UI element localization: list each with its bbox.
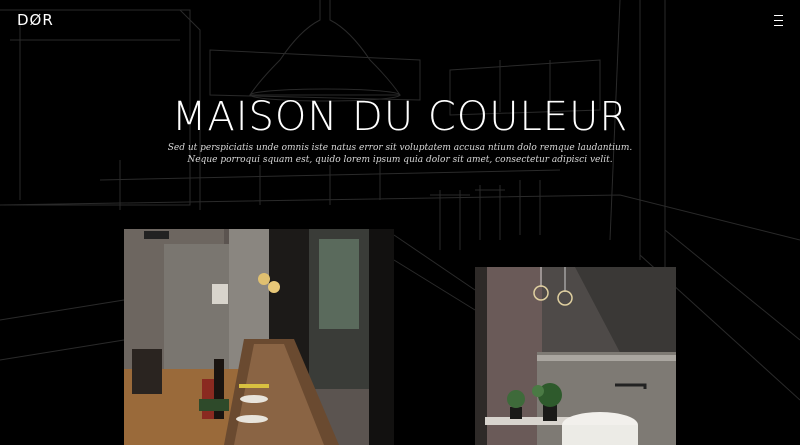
hero-subtitle: Sed ut perspiciatis unde omnis iste natu… [0,142,800,166]
background-sketch [0,0,800,401]
restaurant-photo-illustration [124,229,394,445]
brand-logo[interactable]: DØR [17,11,54,29]
hero-subtitle-line-1: Sed ut perspiciatis unde omnis iste natu… [167,143,633,153]
hamburger-menu-icon[interactable] [774,14,784,27]
bathroom-interior-photo[interactable] [475,267,676,445]
hero-title: MAISON DU COULEUR [171,94,629,140]
hero-subtitle-line-2: Neque porroqui squam est, quido lorem ip… [187,155,613,165]
bathroom-photo-illustration [475,267,676,445]
restaurant-interior-photo[interactable] [124,229,394,445]
